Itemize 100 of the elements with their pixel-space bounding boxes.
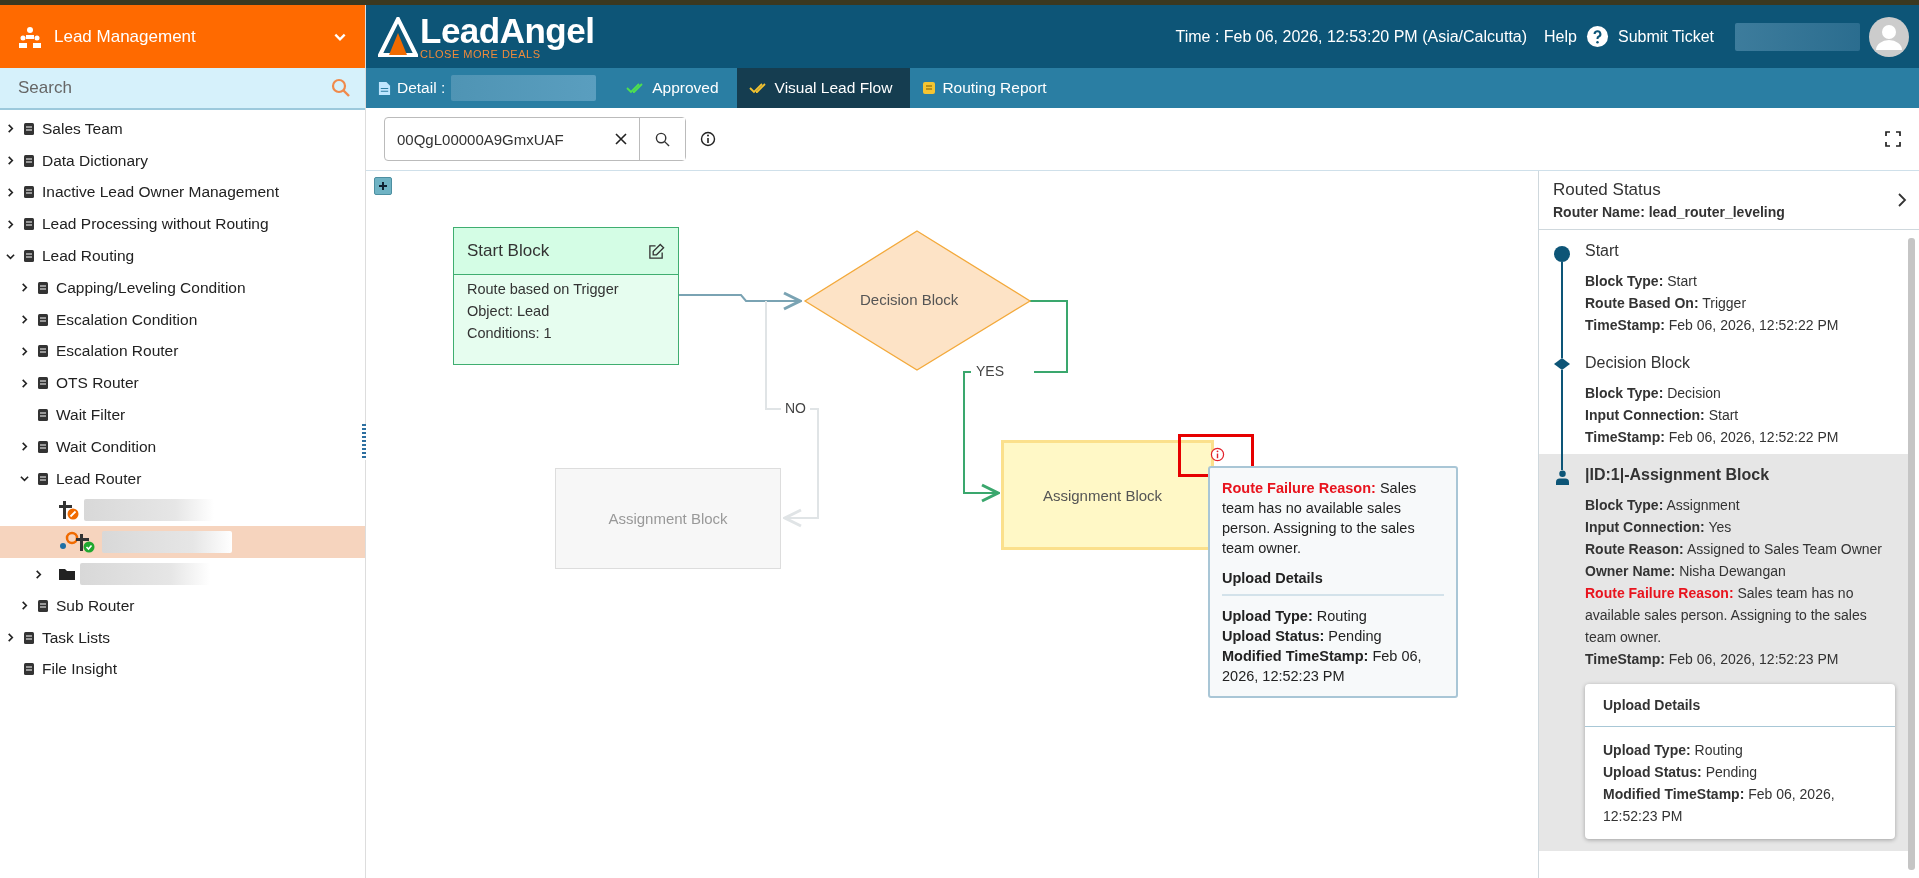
item-icon: [22, 249, 36, 264]
item-icon: [22, 121, 36, 136]
avatar-icon[interactable]: [1869, 16, 1909, 57]
search-icon: [655, 131, 670, 147]
submit-ticket-link[interactable]: Submit Ticket: [1617, 27, 1714, 46]
start-marker-icon: [1554, 246, 1570, 262]
item-icon: [36, 344, 50, 359]
search-bar[interactable]: Search: [0, 68, 365, 110]
item-icon: [22, 630, 36, 645]
item-icon: [22, 662, 36, 677]
item-icon: [36, 471, 50, 486]
tree-item[interactable]: OTS Router: [0, 367, 365, 400]
upload-field: Upload Status: Pending: [1603, 761, 1877, 783]
detail-line: Modified TimeStamp: Feb 06, 2026, 12:52:23 PM: [1222, 647, 1423, 686]
scrollbar[interactable]: [1908, 238, 1915, 870]
status-entry[interactable]: Start Block Type: Start Route Based On: Trigger TimeStamp: Feb 06, 2026, 12:52:22 PM: [1539, 230, 1908, 342]
entry-field: TimeStamp: Feb 06, 2026, 12:52:23 PM: [1585, 648, 1900, 670]
detail-line: Upload Type: Routing: [1222, 607, 1368, 626]
tree-item[interactable]: Wait Filter: [0, 399, 365, 431]
help-icon[interactable]: [1585, 25, 1609, 48]
tree-item[interactable]: Escalation Router: [0, 335, 365, 368]
current-time: Time : Feb 06, 2026, 12:53:20 PM (Asia/Calcutta): [1175, 27, 1528, 46]
tree-item[interactable]: Lead Routing: [0, 240, 365, 272]
block-detail: Object: Lead: [467, 303, 551, 319]
entry-field: Route Reason: Assigned to Sales Team Owner: [1585, 538, 1900, 560]
entry-field: Owner Name: Nisha Dewangan: [1585, 560, 1900, 582]
tree-item[interactable]: Lead Processing without Routing: [0, 208, 365, 241]
logo-tagline: CLOSE MORE DEALS: [420, 49, 541, 60]
entry-field: Block Type: Assignment: [1585, 494, 1900, 516]
logo-mark-icon: [378, 16, 418, 57]
panel-title: Routed Status: [1553, 180, 1662, 200]
item-icon: [36, 280, 50, 295]
entry-field: TimeStamp: Feb 06, 2026, 12:52:22 PM: [1585, 314, 1900, 336]
item-icon: [22, 153, 36, 168]
tree-item[interactable]: Lead Router: [0, 462, 365, 495]
decision-marker-icon: [1554, 358, 1570, 370]
tree-item[interactable]: Escalation Condition: [0, 303, 365, 336]
lookup-box[interactable]: 00QgL00000A9GmxUAF: [384, 117, 686, 161]
resize-handle[interactable]: [362, 423, 366, 460]
tree-item[interactable]: Wait Condition: [0, 430, 365, 463]
tab[interactable]: Detail :: [366, 68, 615, 108]
upload-field: Upload Type: Routing: [1603, 739, 1877, 761]
block-detail: Route based on Trigger: [467, 281, 620, 297]
entry-field: Input Connection: Start: [1585, 404, 1900, 426]
fullscreen-icon[interactable]: [1885, 131, 1901, 147]
info-icon[interactable]: [700, 131, 716, 147]
tree-item[interactable]: Sales Team: [0, 113, 365, 145]
entry-field: Block Type: Start: [1585, 270, 1900, 292]
item-icon: [36, 598, 50, 613]
tree-item[interactable]: File Insight: [0, 653, 365, 686]
router-blocked-icon: [58, 500, 80, 521]
search-field[interactable]: Search: [16, 77, 331, 99]
entry-field: TimeStamp: Feb 06, 2026, 12:52:22 PM: [1585, 426, 1900, 448]
folder-icon: [58, 567, 76, 582]
tree-item[interactable]: [0, 526, 365, 559]
entry-title: |ID:1|-Assignment Block: [1585, 466, 1771, 484]
logo[interactable]: LeadAngel CLOSE MORE DEALS: [378, 13, 595, 60]
status-entry[interactable]: Decision Block Block Type: Decision Input Connection: Start TimeStamp: Feb 06, 2026, 12:52:22 PM: [1539, 342, 1908, 454]
tree-item[interactable]: Task Lists: [0, 621, 365, 654]
entry-title: Decision Block: [1585, 354, 1691, 372]
tab[interactable]: Approved: [614, 68, 737, 108]
upload-field: Modified TimeStamp: Feb 06, 2026, 12:52:23 PM: [1603, 783, 1877, 827]
entry-field: Route Failure Reason: Sales team has no available sales person. Assigning to the sales team owner.: [1585, 582, 1900, 648]
entry-field: Route Based On: Trigger: [1585, 292, 1900, 314]
tab[interactable]: Routing Report: [910, 68, 1065, 108]
help-link[interactable]: Help: [1544, 27, 1577, 46]
item-icon: [36, 376, 50, 391]
detail-line: Upload Status: Pending: [1222, 627, 1383, 646]
card-title: Upload Details: [1585, 684, 1895, 727]
block-title: Start Block: [467, 241, 550, 261]
item-icon: [22, 217, 36, 232]
entry-title: Start: [1585, 242, 1620, 260]
document-icon: [378, 80, 391, 96]
router-name: Router Name: lead_router_leveling: [1553, 204, 1785, 220]
team-icon: [18, 24, 42, 49]
item-icon: [22, 185, 36, 200]
block-detail: Conditions: 1: [467, 325, 553, 341]
tree-item[interactable]: Sub Router: [0, 589, 365, 622]
note-icon: [922, 81, 937, 95]
search-button[interactable]: [639, 118, 685, 160]
tree-item[interactable]: Inactive Lead Owner Management: [0, 176, 365, 209]
edit-icon[interactable]: [648, 242, 665, 260]
entry-field: Block Type: Decision: [1585, 382, 1900, 404]
assignment-block[interactable]: Assignment Block: [1001, 440, 1214, 550]
clear-icon[interactable]: [615, 133, 627, 145]
tree-item[interactable]: Data Dictionary: [0, 144, 365, 177]
entry-field: Input Connection: Yes: [1585, 516, 1900, 538]
chevron-right-icon[interactable]: [1897, 193, 1907, 207]
start-block[interactable]: Start Block Route based on Trigger Object: Lead Conditions: 1: [453, 227, 679, 365]
item-icon: [36, 312, 50, 327]
tab[interactable]: Visual Lead Flow: [736, 68, 911, 108]
search-icon: [331, 78, 351, 98]
logo-name: LeadAngel: [420, 13, 595, 48]
add-button[interactable]: [374, 177, 392, 195]
tree-item[interactable]: Capping/Leveling Condition: [0, 272, 365, 304]
status-entry[interactable]: [1539, 454, 1908, 851]
section-title: Upload Details: [1222, 564, 1444, 596]
person-marker-icon: [1555, 470, 1569, 485]
failure-reason: Route Failure Reason: Sales team has no available sales person. Assigning to the sales team owner.: [1222, 479, 1418, 558]
item-icon: [36, 408, 50, 423]
